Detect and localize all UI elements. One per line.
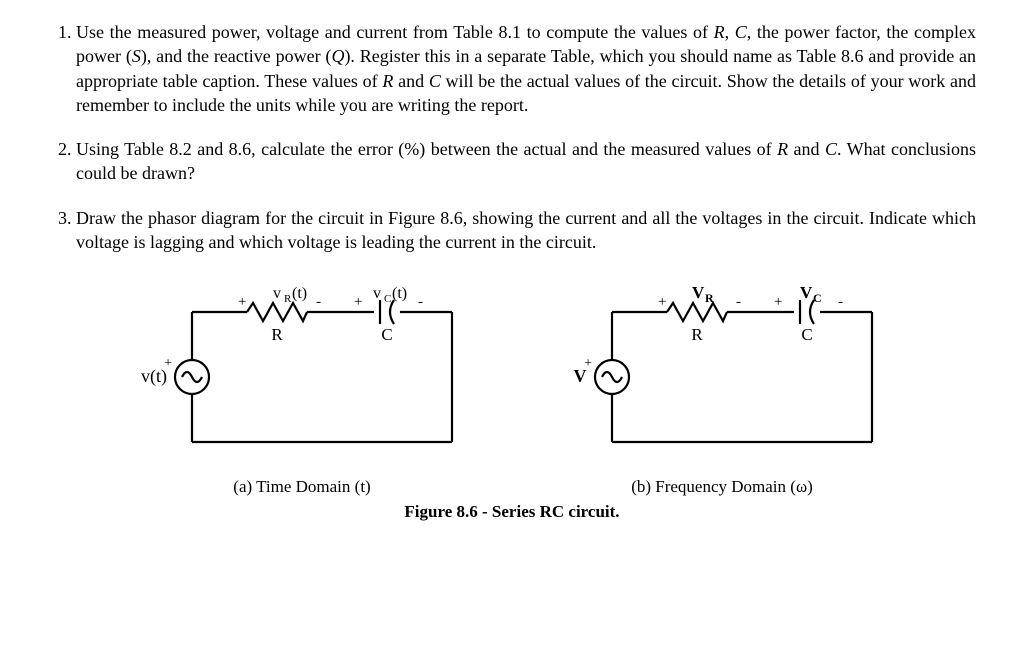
svg-text:-: - <box>736 294 741 310</box>
circuit-b-caption: (b) Frequency Domain (ω) <box>542 476 902 499</box>
svg-text:-: - <box>838 294 843 310</box>
svg-text:C: C <box>381 325 392 344</box>
svg-text:V: V <box>574 366 587 386</box>
svg-text:+: + <box>354 294 362 310</box>
question-list: Use the measured power, voltage and curr… <box>48 20 976 524</box>
svg-text:V: V <box>692 283 705 302</box>
svg-text:(t): (t) <box>292 285 307 302</box>
svg-text:v(t): v(t) <box>141 366 167 387</box>
svg-text:C: C <box>384 293 391 305</box>
circuit-b: + V V R + - R V C + - C (b) Frequency Do <box>542 262 902 499</box>
svg-text:R: R <box>691 325 703 344</box>
q3-text: Draw the phasor diagram for the circuit … <box>76 208 976 252</box>
question-3: Draw the phasor diagram for the circuit … <box>76 206 976 524</box>
figure-row: + v(t) v R (t) + - R v C (t) + - <box>48 262 976 499</box>
svg-text:+: + <box>774 294 782 310</box>
svg-text:v: v <box>373 285 381 302</box>
question-2: Using Table 8.2 and 8.6, calculate the e… <box>76 137 976 186</box>
svg-text:C: C <box>813 291 822 305</box>
svg-text:-: - <box>418 294 423 310</box>
question-1: Use the measured power, voltage and curr… <box>76 20 976 117</box>
svg-text:(t): (t) <box>392 285 407 302</box>
svg-text:V: V <box>800 283 813 302</box>
svg-text:R: R <box>271 325 283 344</box>
svg-text:R: R <box>284 293 292 305</box>
circuit-a-caption: (a) Time Domain (t) <box>122 476 482 499</box>
figure-caption-text: Figure 8.6 - Series RC circuit. <box>404 502 619 521</box>
q1-text: Use the measured power, voltage and curr… <box>76 22 976 115</box>
svg-text:R: R <box>705 291 714 305</box>
circuit-a: + v(t) v R (t) + - R v C (t) + - <box>122 262 482 499</box>
svg-text:+: + <box>658 294 666 310</box>
svg-text:-: - <box>316 294 321 310</box>
circuit-a-svg: + v(t) v R (t) + - R v C (t) + - <box>122 262 482 472</box>
q2-text: Using Table 8.2 and 8.6, calculate the e… <box>76 139 976 183</box>
svg-text:v: v <box>273 285 281 302</box>
svg-text:C: C <box>801 325 812 344</box>
svg-text:+: + <box>238 294 246 310</box>
figure-caption: Figure 8.6 - Series RC circuit. <box>48 501 976 524</box>
circuit-b-svg: + V V R + - R V C + - C <box>542 262 902 472</box>
